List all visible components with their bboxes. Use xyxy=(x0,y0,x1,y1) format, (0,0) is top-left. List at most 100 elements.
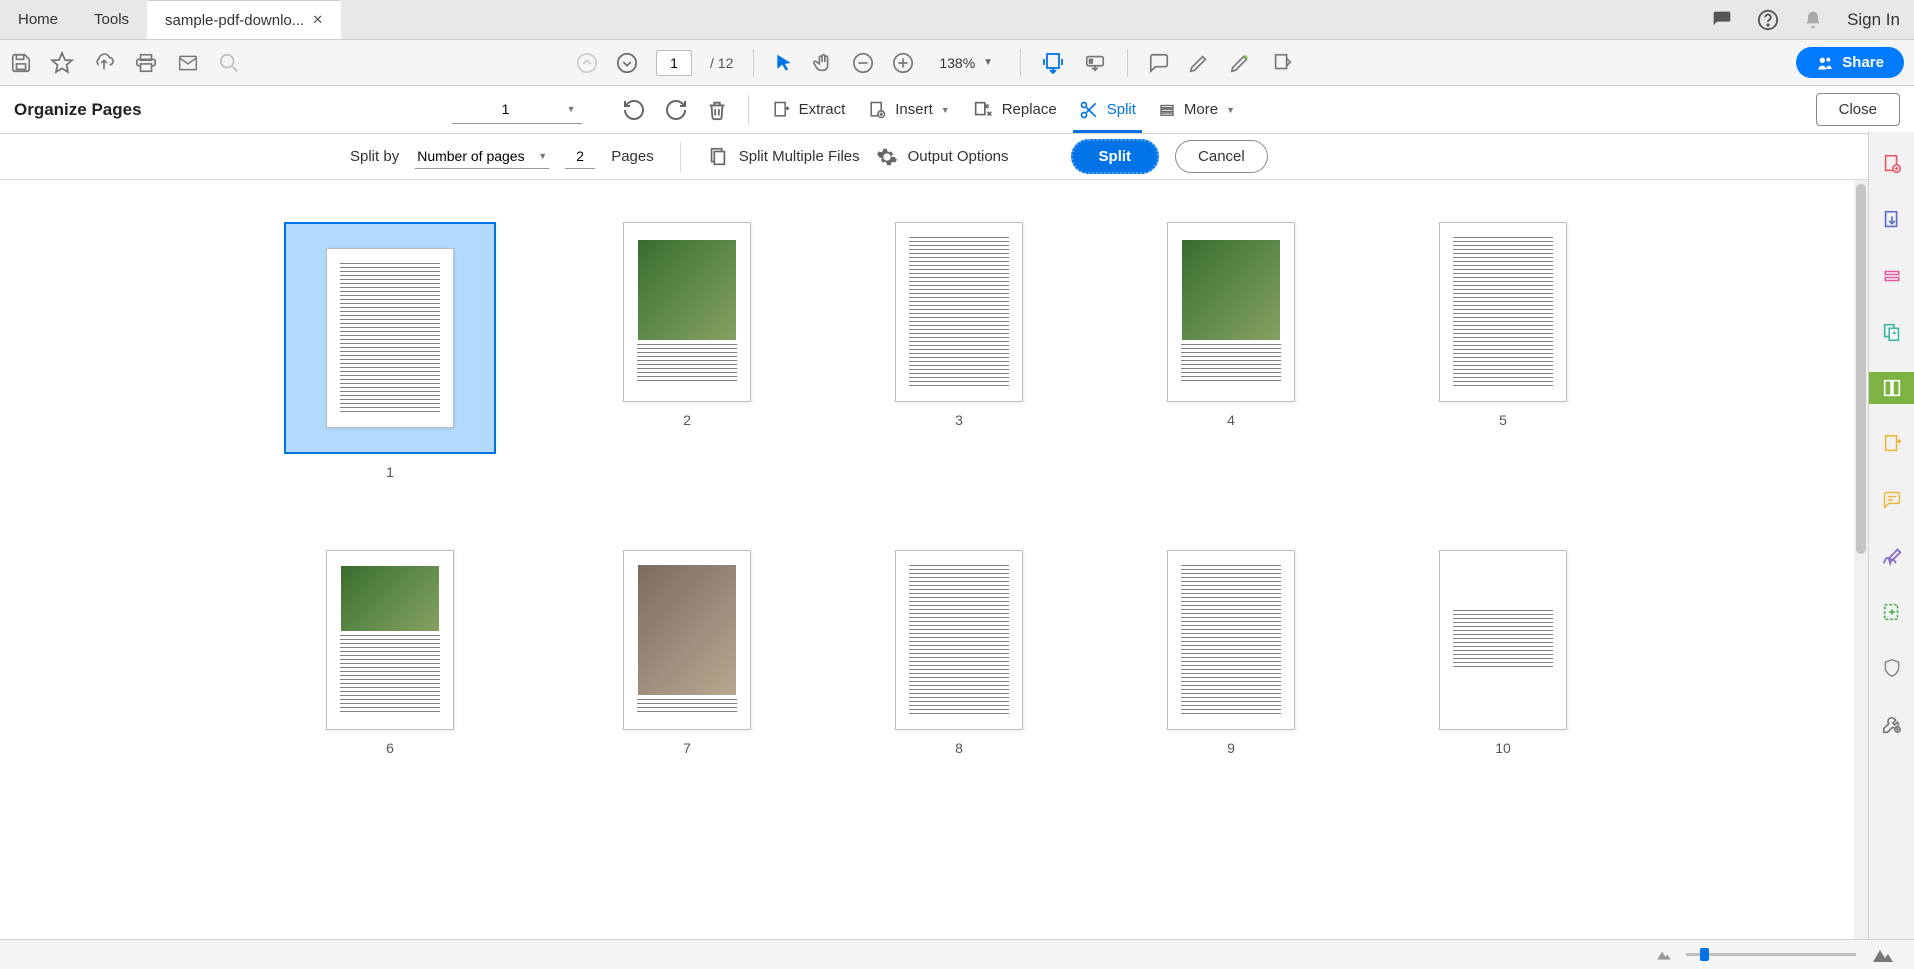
zoom-in-icon[interactable] xyxy=(892,52,914,74)
close-icon[interactable]: ✕ xyxy=(312,12,323,28)
scrollbar-thumb[interactable] xyxy=(1856,184,1866,554)
organize-pages-title: Organize Pages xyxy=(14,100,142,120)
rotate-ccw-icon[interactable] xyxy=(618,98,650,122)
combine-files-icon[interactable] xyxy=(1869,316,1914,348)
thumb-size-large-icon[interactable] xyxy=(1870,946,1896,964)
fill-sign-icon[interactable] xyxy=(1869,540,1914,572)
split-pages-input[interactable] xyxy=(565,144,595,169)
send-for-signature-icon[interactable] xyxy=(1869,596,1914,628)
replace-label: Replace xyxy=(1002,101,1057,118)
more-tools-icon[interactable] xyxy=(1869,708,1914,740)
thumbnail-size-slider[interactable] xyxy=(1686,953,1856,956)
edit-pdf-icon[interactable] xyxy=(1869,260,1914,292)
organize-pages-icon[interactable] xyxy=(1869,372,1914,404)
content-area: 1 2 3 4 5 6 7 xyxy=(0,180,1868,939)
split-by-label: Split by xyxy=(350,148,399,165)
more-label: More xyxy=(1184,101,1218,118)
sign-in-link[interactable]: Sign In xyxy=(1847,10,1900,30)
thumb-number: 4 xyxy=(1227,412,1235,428)
thumb-size-small-icon[interactable] xyxy=(1656,949,1672,961)
split-multiple-files-button[interactable]: Split Multiple Files xyxy=(707,145,860,169)
zoom-level-dropdown[interactable]: 138% ▼ xyxy=(932,54,1000,72)
page-thumb-1[interactable]: 1 xyxy=(284,222,496,480)
insert-button[interactable]: Insert▼ xyxy=(861,95,955,125)
more-button[interactable]: More ▼ xyxy=(1152,97,1241,123)
cloud-upload-icon[interactable] xyxy=(92,52,116,74)
vertical-scrollbar[interactable] xyxy=(1854,180,1868,939)
thumb-number: 7 xyxy=(683,740,691,756)
extract-button[interactable]: Extract xyxy=(765,95,852,125)
thumb-number: 5 xyxy=(1499,412,1507,428)
tab-tools[interactable]: Tools xyxy=(76,0,147,39)
bell-icon[interactable] xyxy=(1803,9,1823,31)
tab-file[interactable]: sample-pdf-downlo... ✕ xyxy=(147,0,341,39)
zoom-out-icon[interactable] xyxy=(852,52,874,74)
print-icon[interactable] xyxy=(134,52,158,74)
page-down-icon[interactable] xyxy=(616,52,638,74)
rotate-cw-icon[interactable] xyxy=(660,98,692,122)
share-button[interactable]: Share xyxy=(1796,47,1904,78)
help-icon[interactable] xyxy=(1757,9,1779,31)
split-sub-bar: Split by Number of pages▼ Pages Split Mu… xyxy=(0,134,1914,180)
email-icon[interactable] xyxy=(176,53,200,73)
split-method-dropdown[interactable]: Number of pages▼ xyxy=(415,144,549,169)
search-icon xyxy=(218,52,240,74)
page-thumb-2[interactable]: 2 xyxy=(623,222,751,480)
chevron-down-icon: ▼ xyxy=(983,57,993,68)
comment-icon[interactable] xyxy=(1148,52,1170,74)
output-options-button[interactable]: Output Options xyxy=(876,146,1009,168)
cancel-label: Cancel xyxy=(1198,148,1245,165)
stamp-icon[interactable] xyxy=(1270,52,1294,74)
replace-button[interactable]: Replace xyxy=(966,95,1063,125)
create-pdf-icon[interactable] xyxy=(1869,148,1914,180)
protect-icon[interactable] xyxy=(1869,652,1914,684)
tab-file-label: sample-pdf-downlo... xyxy=(165,12,304,29)
comment-tool-icon[interactable] xyxy=(1869,484,1914,516)
tab-tools-label: Tools xyxy=(94,11,129,28)
output-options-label: Output Options xyxy=(908,148,1009,165)
thumb-number: 2 xyxy=(683,412,691,428)
compress-pdf-icon[interactable] xyxy=(1869,428,1914,460)
chevron-down-icon: ▼ xyxy=(941,105,950,115)
organize-bar: Organize Pages 1▼ Extract Insert▼ Replac… xyxy=(0,86,1914,134)
fit-width-icon[interactable] xyxy=(1041,51,1065,75)
save-icon[interactable] xyxy=(10,52,32,74)
hand-tool-icon[interactable] xyxy=(812,52,834,74)
close-button[interactable]: Close xyxy=(1816,93,1900,126)
right-tools-panel xyxy=(1868,132,1914,939)
page-thumb-8[interactable]: 8 xyxy=(895,550,1023,756)
delete-icon[interactable] xyxy=(702,98,732,122)
tab-home[interactable]: Home xyxy=(0,0,76,39)
selection-tool-icon[interactable] xyxy=(774,52,794,74)
chat-icon[interactable] xyxy=(1711,10,1733,30)
thumb-number: 3 xyxy=(955,412,963,428)
thumbnails-grid: 1 2 3 4 5 6 7 xyxy=(284,222,1584,756)
chevron-down-icon: ▼ xyxy=(567,104,576,114)
page-thumb-9[interactable]: 9 xyxy=(1167,550,1295,756)
page-select-dropdown[interactable]: 1▼ xyxy=(452,96,582,124)
extract-label: Extract xyxy=(799,101,846,118)
page-thumb-10[interactable]: 10 xyxy=(1439,550,1567,756)
sign-icon[interactable] xyxy=(1228,52,1252,74)
split-action-button[interactable]: Split xyxy=(1071,139,1160,174)
chevron-down-icon: ▼ xyxy=(538,151,547,161)
cancel-button[interactable]: Cancel xyxy=(1175,140,1268,173)
top-right-icons: Sign In xyxy=(1711,9,1914,31)
export-pdf-icon[interactable] xyxy=(1869,204,1914,236)
zoom-level-label: 138% xyxy=(939,55,975,71)
page-thumb-7[interactable]: 7 xyxy=(623,550,751,756)
read-mode-icon[interactable] xyxy=(1083,52,1107,74)
page-number-input[interactable] xyxy=(656,50,692,76)
chevron-down-icon: ▼ xyxy=(1226,105,1235,115)
page-thumb-6[interactable]: 6 xyxy=(326,550,454,756)
page-thumb-4[interactable]: 4 xyxy=(1167,222,1295,480)
page-thumb-3[interactable]: 3 xyxy=(895,222,1023,480)
split-button[interactable]: Split xyxy=(1073,90,1142,133)
highlight-icon[interactable] xyxy=(1188,52,1210,74)
star-icon[interactable] xyxy=(50,51,74,75)
page-total-label: / 12 xyxy=(710,55,733,71)
bottom-bar xyxy=(0,939,1914,969)
thumbnails-area[interactable]: 1 2 3 4 5 6 7 xyxy=(0,180,1868,939)
slider-thumb[interactable] xyxy=(1700,948,1709,961)
page-thumb-5[interactable]: 5 xyxy=(1439,222,1567,480)
